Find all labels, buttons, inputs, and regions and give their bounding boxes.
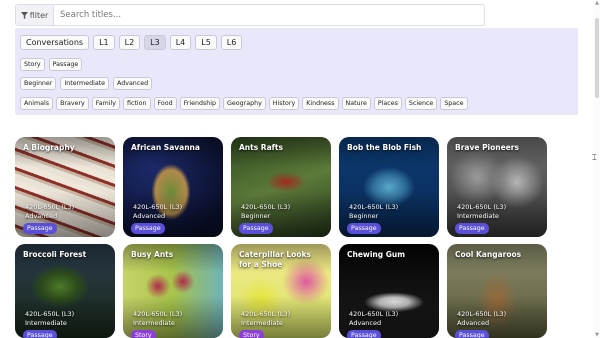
topic-chip-fiction[interactable]: fiction (123, 97, 151, 110)
card-title: Broccoli Forest (23, 250, 87, 259)
card-title: Cool Kangaroos (455, 250, 522, 259)
card-title: African Savanna (131, 143, 200, 152)
text-cursor-icon: ⌶ (592, 153, 597, 162)
scroll-up-arrow-icon[interactable]: ▲ (594, 0, 600, 6)
difficulty-chip-beginner[interactable]: Beginner (20, 77, 57, 90)
topic-filters: Animals Bravery Family fiction Food Frie… (20, 97, 468, 110)
level-chip-l3[interactable]: L3 (144, 35, 166, 50)
type-chip-passage[interactable]: Passage (48, 58, 83, 71)
level-chip-l5[interactable]: L5 (195, 35, 217, 50)
level-chip-l4[interactable]: L4 (169, 35, 192, 50)
level-chip-l6[interactable]: L6 (220, 35, 243, 50)
card-type-badge: Passage (131, 223, 165, 234)
filter-button[interactable]: filter (16, 5, 54, 25)
card-level: 420L-650L (L3) (133, 203, 183, 211)
story-card[interactable]: Caterpillar Looks for a Shoe 420L-650L (… (231, 244, 331, 338)
card-type-badge: Passage (347, 330, 381, 338)
filter-button-label: filter (29, 10, 49, 20)
difficulty-chip-advanced[interactable]: Advanced (113, 77, 153, 90)
topic-chip-kindness[interactable]: Kindness (302, 97, 339, 110)
card-type-badge: Story (131, 330, 156, 338)
card-difficulty: Intermediate (133, 319, 175, 327)
difficulty-filters: Beginner Intermediate Advanced (20, 77, 153, 90)
card-level: 420L-650L (L3) (349, 203, 399, 211)
story-card[interactable]: Ants Rafts 420L-650L (L3) Beginner Passa… (231, 137, 331, 237)
card-level: 420L-650L (L3) (457, 310, 507, 318)
card-level: 420L-650L (L3) (133, 310, 183, 318)
topic-chip-family[interactable]: Family (91, 97, 121, 110)
scrollbar-thumb[interactable] (595, 18, 599, 98)
level-filters: Conversations L1 L2 L3 L4 L5 L6 (20, 35, 243, 50)
card-difficulty: Intermediate (241, 319, 283, 327)
topic-chip-animals[interactable]: Animals (20, 97, 54, 110)
level-chip-l2[interactable]: L2 (118, 35, 141, 50)
story-card[interactable]: Bob the Blob Fish 420L-650L (L3) Beginne… (339, 137, 439, 237)
story-card[interactable]: A Biography 420L-650L (L3) Advanced Pass… (15, 137, 115, 237)
type-chip-story[interactable]: Story (20, 58, 45, 71)
card-title: Ants Rafts (239, 143, 283, 152)
story-card[interactable]: Broccoli Forest 420L-650L (L3) Intermedi… (15, 244, 115, 338)
topic-chip-food[interactable]: Food (153, 97, 177, 110)
story-card[interactable]: Busy Ants 420L-650L (L3) Intermediate St… (123, 244, 223, 338)
topic-chip-places[interactable]: Places (373, 97, 402, 110)
level-chip-l1[interactable]: L1 (93, 35, 115, 50)
card-type-badge: Passage (23, 330, 57, 338)
filter-funnel-icon (20, 11, 28, 19)
topic-chip-bravery[interactable]: Bravery (56, 97, 89, 110)
topic-chip-history[interactable]: History (268, 97, 300, 110)
card-difficulty: Intermediate (25, 319, 67, 327)
card-title: Chewing Gum (347, 250, 406, 259)
card-level: 420L-650L (L3) (241, 310, 291, 318)
card-title: Busy Ants (131, 250, 174, 259)
story-card[interactable]: Cool Kangaroos 420L-650L (L3) Advanced P… (447, 244, 547, 338)
card-difficulty: Advanced (133, 212, 166, 220)
reading-library-page: filter Conversations L1 L2 L3 L4 L5 L6 S… (0, 0, 600, 338)
topic-chip-space[interactable]: Space (440, 97, 468, 110)
card-level: 420L-650L (L3) (349, 310, 399, 318)
search-bar: filter (15, 4, 485, 26)
page-scrollbar[interactable]: ▲ ▼ (594, 0, 600, 338)
card-title: Caterpillar Looks for a Shoe (239, 250, 311, 269)
card-title: Brave Pioneers (455, 143, 519, 152)
card-difficulty: Advanced (25, 212, 58, 220)
search-input[interactable] (54, 5, 484, 25)
type-filters: Story Passage (20, 58, 83, 71)
card-difficulty: Beginner (241, 212, 271, 220)
scroll-down-arrow-icon[interactable]: ▼ (594, 332, 600, 338)
card-difficulty: Intermediate (457, 212, 499, 220)
card-title: A Biography (23, 143, 75, 152)
story-card[interactable]: Brave Pioneers 420L-650L (L3) Intermedia… (447, 137, 547, 237)
card-type-badge: Story (239, 330, 264, 338)
level-chip-conversations[interactable]: Conversations (20, 35, 90, 50)
card-difficulty: Advanced (457, 319, 490, 327)
card-level: 420L-650L (L3) (241, 203, 291, 211)
card-type-badge: Passage (455, 330, 489, 338)
difficulty-chip-intermediate[interactable]: Intermediate (60, 77, 110, 90)
story-card[interactable]: African Savanna 420L-650L (L3) Advanced … (123, 137, 223, 237)
card-type-badge: Passage (347, 223, 381, 234)
card-level: 420L-650L (L3) (457, 203, 507, 211)
card-type-badge: Passage (23, 223, 57, 234)
filter-panel: Conversations L1 L2 L3 L4 L5 L6 Story Pa… (15, 28, 578, 115)
card-level: 420L-650L (L3) (25, 203, 75, 211)
topic-chip-friendship[interactable]: Friendship (179, 97, 221, 110)
topic-chip-science[interactable]: Science (404, 97, 438, 110)
story-card[interactable]: Chewing Gum 420L-650L (L3) Advanced Pass… (339, 244, 439, 338)
topic-chip-geography[interactable]: Geography (223, 97, 266, 110)
card-difficulty: Beginner (349, 212, 379, 220)
card-title: Bob the Blob Fish (347, 143, 422, 152)
card-type-badge: Passage (455, 223, 489, 234)
topic-chip-nature[interactable]: Nature (341, 97, 371, 110)
card-difficulty: Advanced (349, 319, 382, 327)
card-level: 420L-650L (L3) (25, 310, 75, 318)
card-type-badge: Passage (239, 223, 273, 234)
